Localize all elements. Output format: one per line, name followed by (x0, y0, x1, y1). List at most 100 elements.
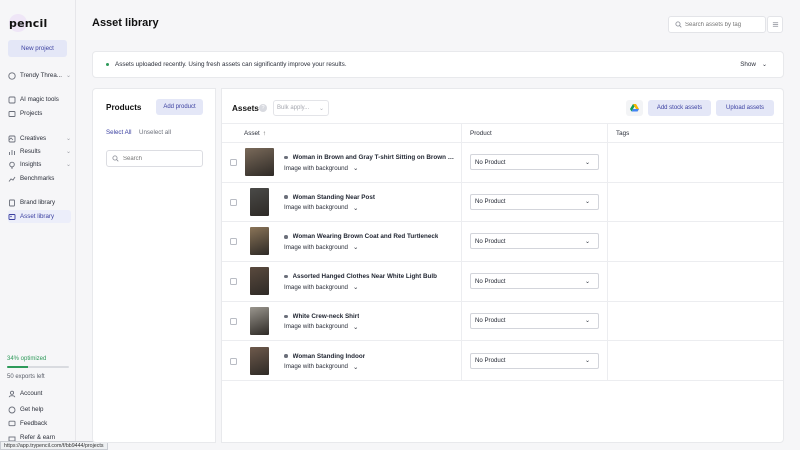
sidebar-item-get-help[interactable]: Get help (8, 403, 71, 416)
column-asset[interactable]: Asset ↑ (244, 130, 266, 137)
sidebar-item-results[interactable]: Results ⌄ (8, 145, 71, 158)
asset-type-dropdown[interactable]: Image with background ⌄ (284, 204, 358, 212)
sidebar-item-ai-magic-tools[interactable]: AI magic tools (8, 93, 71, 106)
row-checkbox[interactable] (230, 159, 237, 166)
chevron-down-icon: ⌄ (352, 284, 359, 292)
products-title: Products (106, 103, 142, 112)
column-asset-label: Asset (244, 130, 260, 137)
chevron-down-icon: ⌄ (65, 149, 71, 155)
chevron-down-icon: ⌄ (352, 204, 359, 212)
asset-type-dropdown[interactable]: Image with background ⌄ (284, 283, 359, 292)
new-project-button[interactable]: New project (8, 40, 67, 57)
banner-message: Assets uploaded recently. Using fresh as… (115, 61, 347, 68)
logo[interactable]: pencil (9, 12, 47, 34)
asset-status-dot (284, 314, 288, 319)
sidebar-item-label: Results (20, 148, 41, 155)
product-select[interactable]: No Product ⌄ (470, 352, 599, 369)
tag-search-input[interactable] (685, 21, 761, 28)
sidebar-item-label: Projects (20, 110, 43, 117)
search-icon (112, 155, 119, 162)
help-circle-icon (8, 406, 16, 414)
folder-icon (8, 110, 16, 118)
asset-name: White Crew-neck Shirt (292, 312, 360, 320)
bulk-apply-select[interactable]: Bulk apply... ⌄ (273, 100, 329, 116)
asset-thumbnail[interactable] (250, 227, 269, 256)
asset-type: Image with background (284, 323, 348, 331)
sidebar-item-label: Asset library (20, 213, 55, 220)
product-select[interactable]: No Product ⌄ (470, 233, 599, 250)
table-row[interactable]: Assorted Hanged Clothes Near White Light… (222, 262, 783, 302)
asset-name: Woman in Brown and Gray T-shirt Sitting … (292, 154, 457, 161)
asset-thumbnail[interactable] (250, 306, 269, 335)
products-panel: Products Add product Select All Unselect… (92, 88, 216, 443)
asset-type-dropdown[interactable]: Image with background ⌄ (284, 164, 358, 173)
sidebar-item-feedback[interactable]: Feedback (8, 417, 71, 430)
sidebar: pencil New project Trendy Threa... ⌄ AI … (0, 0, 76, 450)
table-row[interactable]: Woman in Brown and Gray T-shirt Sitting … (222, 143, 783, 183)
product-select[interactable]: No Product ⌄ (470, 154, 599, 170)
asset-thumbnail[interactable] (250, 267, 269, 296)
add-stock-assets-button[interactable]: Add stock assets (648, 100, 711, 116)
optimized-progress-bar (7, 366, 69, 368)
add-product-button[interactable]: Add product (156, 99, 203, 115)
workspace-selector[interactable]: Trendy Threa... ⌄ (8, 69, 71, 82)
product-select[interactable]: No Product ⌄ (470, 312, 599, 329)
sidebar-item-projects[interactable]: Projects (8, 107, 71, 120)
row-checkbox[interactable] (230, 278, 237, 286)
asset-thumbnail[interactable] (250, 346, 269, 375)
select-all-link[interactable]: Select All (106, 129, 131, 136)
sidebar-item-benchmarks[interactable]: Benchmarks (8, 172, 71, 185)
chevron-down-icon: ⌄ (352, 244, 359, 252)
workspace-icon (8, 71, 16, 80)
row-checkbox[interactable] (230, 317, 237, 325)
asset-thumbnail[interactable] (250, 187, 269, 216)
chevron-down-icon: ⌄ (584, 318, 590, 325)
row-checkbox[interactable] (230, 357, 237, 365)
chevron-down-icon: ⌄ (65, 162, 71, 168)
sidebar-item-account[interactable]: Account (8, 387, 71, 400)
creatives-icon (8, 135, 16, 143)
user-icon (8, 390, 16, 398)
optimized-progress-fill (7, 366, 29, 368)
product-select[interactable]: No Product ⌄ (470, 193, 599, 210)
asset-type-dropdown[interactable]: Image with background ⌄ (284, 323, 358, 331)
table-row[interactable]: Woman Standing Near Post Image with backg… (222, 183, 783, 223)
asset-thumbnail[interactable] (245, 148, 274, 176)
table-row[interactable]: Woman Standing Indoor Image with backgrou… (222, 342, 783, 381)
products-search-input[interactable] (123, 155, 202, 162)
asset-name-line: Woman Standing Near Post (284, 194, 375, 201)
row-checkbox[interactable] (230, 238, 237, 246)
unselect-all-link[interactable]: Unselect all (139, 129, 171, 136)
chevron-down-icon: ⌄ (352, 323, 359, 331)
show-button[interactable]: Show ⌄ (740, 61, 767, 68)
asset-type: Image with background (284, 283, 348, 291)
upload-assets-button[interactable]: Upload assets (716, 100, 774, 116)
image-icon (8, 213, 16, 221)
asset-name-line: Woman Wearing Brown Coat and Red Turtlen… (284, 233, 438, 240)
filter-settings-button[interactable] (767, 16, 783, 33)
asset-type-dropdown[interactable]: Image with background ⌄ (284, 243, 359, 252)
product-select-value: No Product (475, 158, 506, 166)
sidebar-item-creatives[interactable]: Creatives ⌄ (8, 132, 71, 145)
product-select-value: No Product (475, 198, 506, 206)
sidebar-item-asset-library[interactable]: Asset library (8, 210, 71, 223)
sidebar-item-insights[interactable]: Insights ⌄ (8, 158, 71, 171)
sidebar-item-brand-library[interactable]: Brand library (8, 196, 71, 209)
bulk-apply-placeholder: Bulk apply... (277, 105, 310, 111)
asset-status-dot (284, 155, 288, 160)
products-search[interactable] (106, 150, 203, 167)
product-select[interactable]: No Product ⌄ (470, 273, 599, 290)
help-icon[interactable]: ? (259, 104, 267, 112)
magic-wand-icon (8, 96, 16, 104)
asset-name: Assorted Hanged Clothes Near White Light… (292, 273, 438, 281)
chevron-down-icon: ⌄ (584, 238, 590, 245)
tag-search[interactable] (668, 16, 766, 33)
sidebar-item-label: Refer & earn (20, 434, 56, 441)
table-row[interactable]: White Crew-neck Shirt Image with backgrou… (222, 302, 783, 342)
google-drive-button[interactable] (626, 100, 643, 116)
asset-type-dropdown[interactable]: Image with background ⌄ (284, 363, 358, 371)
table-row[interactable]: Woman Wearing Brown Coat and Red Turtlen… (222, 222, 783, 262)
sidebar-item-label: Creatives (20, 135, 47, 142)
asset-status-dot (284, 274, 288, 279)
row-checkbox[interactable] (230, 198, 237, 206)
